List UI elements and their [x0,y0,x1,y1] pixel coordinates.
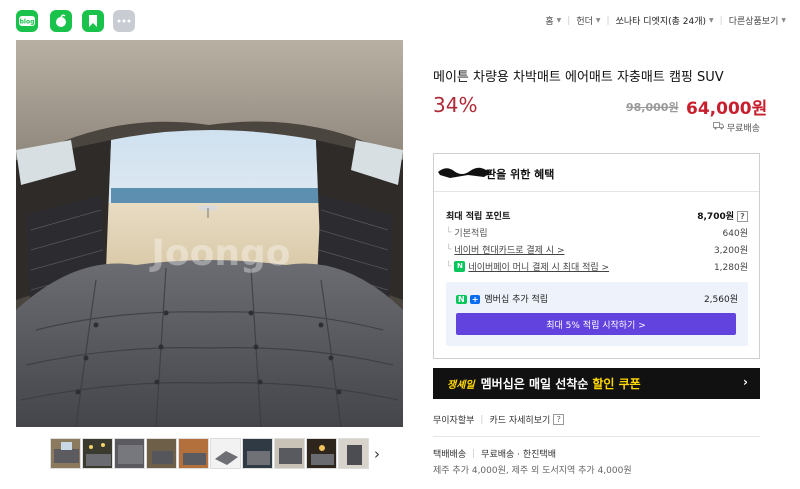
max-points-value: 8,700원? [697,209,748,222]
sale-price: 64,000원 [686,99,768,119]
product-main-image[interactable]: Joongo [16,40,403,427]
max-points-label: 최대 적립 포인트 [446,212,511,222]
truck-icon [712,122,724,133]
breadcrumb-home[interactable]: 홈 [545,14,553,27]
thumbnail[interactable] [178,438,209,469]
benefit-row-label: 기본적립 [454,229,488,239]
top-bar: blog 홈 ▼ | 헌더 ▼ | 쏘나타 디엣지(총 24개) ▼ | 다른상품보기… [0,0,800,40]
breadcrumb-category[interactable]: 헌더 [576,14,593,27]
benefit-row: └ N 네이버페이 머니 결제 시 최대 적립 > 1,280원 [446,260,748,273]
naverpay-money-link[interactable]: 네이버페이 머니 결제 시 최대 적립 > [468,260,609,273]
svg-text:blog: blog [20,19,35,26]
max-points-row: 최대 적립 포인트 8,700원? [446,209,748,222]
breadcrumb-other-products[interactable]: 다른상품보기 [729,14,779,27]
membership-coupon-banner[interactable]: 쟁셰일 멤버십은 매일 선착순 할인 쿠폰 › [433,368,760,399]
thumbnail[interactable] [306,438,337,469]
delivery-method: 택배배송 [433,450,467,460]
naver-plus-icon: + [469,295,481,304]
benefit-row: └ 네이버 현대카드로 결제 시 > 3,200원 [446,243,748,257]
thumbnail[interactable] [274,438,305,469]
thumbnail[interactable] [50,438,81,469]
hyundai-card-link[interactable]: 네이버 현대카드로 결제 시 > [454,243,564,256]
benefits-header: 판을 위한 혜택 [434,154,759,192]
thumbnail[interactable] [146,438,177,469]
membership-panel: N + 멤버십 추가 적립 2,560원 최대 5% 적립 시작하기 > [446,282,748,346]
thumbnail[interactable] [210,438,241,469]
thumbnail[interactable] [114,438,145,469]
delivery-line: 택배배송 | 무료배송 · 한진택배 [433,447,556,461]
cafe-icon[interactable] [50,10,72,32]
membership-row: N + 멤버십 추가 적립 2,560원 [456,292,738,305]
thumbnail[interactable] [242,438,273,469]
delivery-free: 무료배송 · 한진택배 [481,450,556,460]
next-thumbnail-button[interactable]: › [374,445,380,463]
chevron-down-icon: ▼ [709,17,714,24]
chevron-right-icon: › [743,375,748,389]
delivery-extra: 제주 추가 4,000원, 제주 외 도서지역 추가 4,000원 [433,466,632,476]
benefit-row: └ 기본적립 640원 [446,227,748,240]
divider: | [480,414,484,425]
chevron-down-icon: ▼ [556,17,562,24]
banner-text: 멤버십은 매일 선착순 [480,377,589,391]
thumbnail[interactable] [82,438,113,469]
chevron-down-icon: ▼ [595,17,601,24]
membership-label: 멤버십 추가 적립 [484,295,549,305]
benefits-title: 판을 위한 혜택 [486,168,555,181]
naverpay-icon: N [454,261,466,272]
breadcrumb: 홈 ▼ | 헌더 ▼ | 쏘나타 디엣지(총 24개) ▼ | 다른상품보기 ▼ [545,14,786,28]
divider: | [606,15,610,26]
membership-label-wrap: N + 멤버십 추가 적립 [456,292,548,305]
thumbnail[interactable] [338,438,369,469]
card-details-link[interactable]: 카드 자세히보기 [489,413,550,426]
banner-highlight: 할인 쿠폰 [592,377,641,391]
chevron-down-icon: ▼ [781,17,786,24]
installment-label: 무이자할부 [433,416,475,426]
discount-rate: 34% [433,93,478,117]
bookmark-icon[interactable] [82,10,104,32]
banner-brand: 쟁셰일 [447,380,475,391]
payment-line: 무이자할부 | 카드 자세히보기 ? [433,413,565,426]
benefit-row-value: 3,200원 [713,246,748,256]
watermark-text: Joongo [149,233,291,274]
blog-icon[interactable]: blog [16,10,38,32]
benefit-row-value: 640원 [722,229,748,239]
more-icon[interactable] [113,10,135,32]
divider: | [472,448,476,459]
start-membership-button[interactable]: 최대 5% 적립 시작하기 > [456,313,736,335]
breadcrumb-store[interactable]: 쏘나타 디엣지(총 24개) [616,14,706,27]
membership-value: 2,560원 [703,295,738,305]
benefit-row-value: 1,280원 [713,263,748,273]
divider: | [567,15,571,26]
shipping-info: 무료배송 [712,121,760,134]
help-icon[interactable]: ? [737,211,748,222]
naver-plus-n-icon: N [456,295,467,304]
help-icon[interactable]: ? [553,414,565,425]
thumbnail-strip [50,438,369,469]
divider [433,436,760,437]
product-title: 메이튼 차량용 차박매트 에어매트 자충매트 캠핑 SUV [433,70,724,85]
divider: | [719,15,723,26]
original-price: 98,000원 [626,101,679,114]
shipping-label: 무료배송 [726,124,760,134]
